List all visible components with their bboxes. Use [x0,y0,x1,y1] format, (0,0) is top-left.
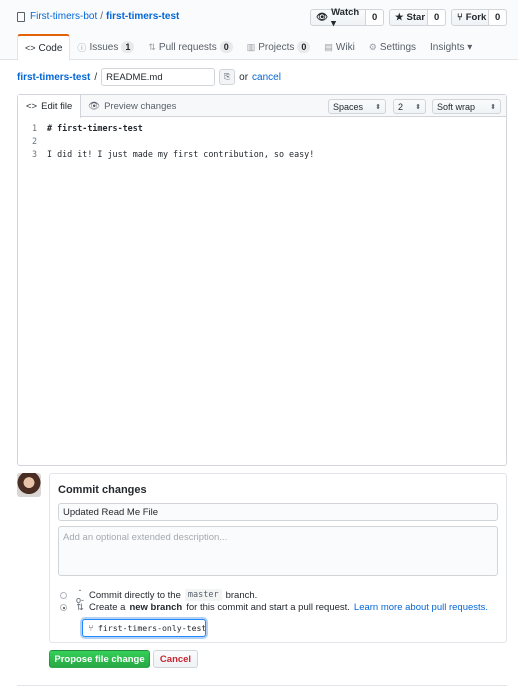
option-text: Create a [89,602,126,613]
issue-icon: ⓘ [77,42,87,53]
select-arrow-icon: ⬍ [490,103,496,111]
code-line: 1 # first-timers-test [18,121,314,134]
branch-icon: ⑂ [88,623,94,633]
new-branch-option[interactable]: ⇅ Create a new branch for this commit an… [60,602,488,613]
line-text: I did it! I just made my first contribut… [47,148,315,159]
star-action[interactable]: ★ Star 0 [389,9,447,26]
option-bold-text: new branch [129,602,183,613]
tab-label: Wiki [335,41,355,53]
repo-separator: / [100,11,104,22]
wrap-mode-select[interactable]: Soft wrap ⬍ [432,99,501,114]
edit-file-label: Edit file [41,101,73,112]
editor-toolbar: <> Edit file 👁 Preview changes Spaces ⬍ … [18,95,506,118]
watch-count[interactable]: 0 [366,9,385,26]
repo-title: First-timers-bot / first-timers-test [17,11,179,22]
propose-file-change-button[interactable]: Propose file change [49,650,150,668]
watch-button[interactable]: 👁 Watch ▾ [310,6,366,29]
book-icon: ▤ [324,41,333,52]
repo-name-link[interactable]: first-timers-test [106,11,179,22]
avatar [17,473,41,497]
cancel-button[interactable]: Cancel [153,650,198,668]
indent-size-select[interactable]: 2 ⬍ [393,99,426,114]
code-icon: <> [25,43,36,53]
watch-action[interactable]: 👁 Watch ▾ 0 [310,6,385,29]
tab-insights[interactable]: Insights ▾ [423,34,479,60]
gear-icon: ⚙ [368,41,377,52]
code-icon: <> [26,101,38,112]
tab-label: Pull requests [158,41,217,53]
tab-edit-file[interactable]: <> Edit file [18,95,82,118]
file-editor: <> Edit file 👁 Preview changes Spaces ⬍ … [17,94,507,466]
eye-icon: 👁 [88,100,101,112]
option-text: for this commit and start a pull request… [186,602,350,613]
tab-pull-requests[interactable]: ⇅ Pull requests 0 [141,34,239,60]
master-branch-code: master [184,589,222,601]
or-text: or [239,71,249,83]
option-text: Commit directly to the [89,589,181,601]
line-number: 3 [31,148,37,159]
star-icon: ★ [395,12,404,23]
branch-name-input[interactable] [97,623,205,633]
eye-icon: 👁 [316,12,329,23]
projects-counter: 0 [297,41,311,53]
watch-label: Watch ▾ [331,6,360,29]
commit-title: Commit changes [58,484,147,496]
tab-projects[interactable]: ▥ Projects 0 [240,34,318,60]
pull-requests-counter: 0 [219,41,233,53]
line-text: # first-timers-test [47,122,143,133]
star-count[interactable]: 0 [428,9,447,26]
star-label: Star [406,12,426,23]
filename-input[interactable] [101,68,216,86]
fork-label: Fork [465,12,487,23]
select-arrow-icon: ⬍ [415,103,421,111]
code-area[interactable]: 1 # first-timers-test 2 3 I did it! I ju… [18,121,314,160]
code-line: 2 [18,134,314,147]
learn-more-link[interactable]: Learn more about pull requests. [354,602,488,613]
tab-label: Code [38,42,63,54]
tab-label: Insights ▾ [430,41,473,53]
wrap-mode-value: Soft wrap [437,101,476,112]
indent-mode-select[interactable]: Spaces ⬍ [328,99,386,114]
issues-counter: 1 [121,41,135,53]
tab-settings[interactable]: ⚙ Settings [362,34,423,60]
pull-request-icon: ⇅ [148,41,156,52]
commit-direct-radio[interactable] [60,591,67,599]
divider [17,685,507,686]
fork-action[interactable]: ⑂ Fork 0 [451,9,508,26]
branch-name-field[interactable]: ⑂ [82,619,206,637]
tab-label: Projects [258,41,295,53]
preview-changes-label: Preview changes [104,100,177,112]
repo-icon [17,11,25,22]
fork-button[interactable]: ⑂ Fork [451,9,489,26]
breadcrumb-separator: / [94,71,98,83]
star-button[interactable]: ★ Star [389,9,428,26]
code-line: 3 I did it! I just made my first contrib… [18,147,314,160]
repo-header: First-timers-bot / first-timers-test 👁 W… [0,0,518,61]
tab-label: Issues [89,41,119,53]
commit-description-input[interactable] [58,526,498,576]
breadcrumb: first-timers-test / ⎘ or cancel [17,68,281,86]
repo-owner-link[interactable]: First-timers-bot [30,11,97,22]
select-arrow-icon: ⬍ [375,103,381,111]
breadcrumb-root-link[interactable]: first-timers-test [17,72,90,83]
pull-request-icon: ⇅ [76,602,84,612]
commit-summary-input[interactable] [58,503,498,521]
indent-mode-value: Spaces [333,101,364,112]
fork-count[interactable]: 0 [489,9,508,26]
project-icon: ▥ [246,41,256,52]
indent-size-value: 2 [398,101,404,112]
tab-label: Settings [379,41,417,53]
tab-wiki[interactable]: ▤ Wiki [317,34,361,60]
tab-issues[interactable]: ⓘ Issues 1 [70,34,141,60]
tab-preview-changes[interactable]: 👁 Preview changes [80,95,184,117]
line-number: 2 [31,135,37,146]
clipboard-icon[interactable]: ⎘ [219,69,236,85]
option-text: branch. [225,589,258,601]
new-branch-radio[interactable] [60,604,67,611]
fork-icon: ⑂ [457,12,463,23]
line-number: 1 [31,122,37,133]
repo-nav-tabs: <> Code ⓘ Issues 1 ⇅ Pull requests 0 ▥ P… [17,34,479,61]
cancel-link[interactable]: cancel [252,72,281,83]
tab-code[interactable]: <> Code [17,34,71,61]
